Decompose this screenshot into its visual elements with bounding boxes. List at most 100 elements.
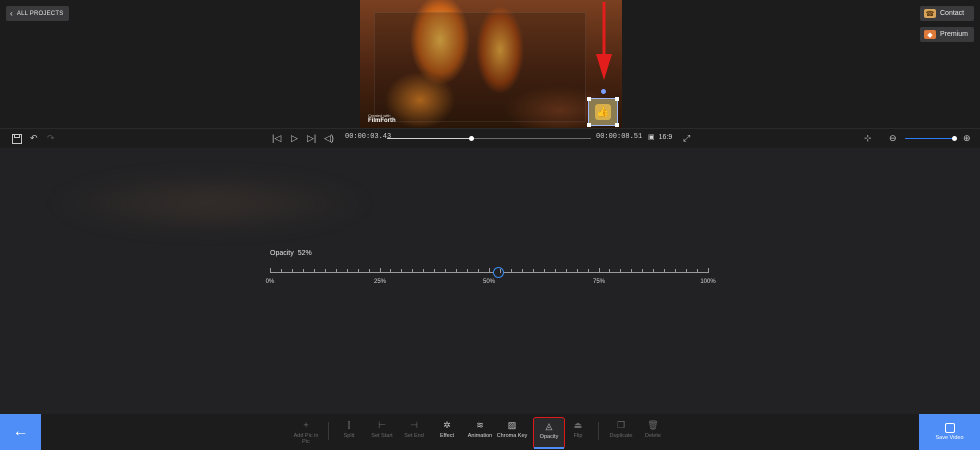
aspect-ratio-control[interactable]: ▣ 16:9 [648, 133, 672, 142]
redo-icon[interactable]: ↷ [47, 132, 55, 145]
opacity-tick [478, 269, 480, 273]
all-projects-label: ALL PROJECTS [16, 10, 64, 17]
opacity-heading: Opacity 52% [270, 250, 312, 257]
video-preview[interactable]: Created with FilmForth 👍 [360, 0, 622, 128]
opacity-value: 52% [297, 250, 312, 257]
opacity-tick [521, 269, 523, 273]
resize-handle[interactable] [615, 97, 619, 101]
opacity-slider[interactable] [270, 267, 709, 278]
red-arrow-annotation [596, 2, 612, 80]
pip-image-selection[interactable]: 👍 [587, 89, 619, 127]
contact-icon: ☎ [924, 9, 936, 18]
opacity-tick [543, 269, 545, 273]
contact-label: Contact [940, 10, 965, 17]
opacity-knob[interactable] [492, 267, 504, 278]
resize-handle[interactable] [587, 123, 591, 127]
split-icon: ⫿ [347, 419, 351, 430]
tool-label: Opacity [539, 434, 559, 440]
opacity-tick [609, 269, 611, 273]
opacity-icon: ◬ [545, 420, 553, 431]
opacity-tick [357, 269, 359, 273]
opacity-tick [302, 269, 304, 273]
opacity-tick [675, 269, 677, 273]
set-start-icon: ⊢ [378, 419, 386, 430]
set-end-icon: ⊣ [410, 419, 418, 430]
tool-label: Chroma Key [496, 433, 528, 439]
opacity-tick [620, 269, 622, 273]
opacity-panel: Opacity 52% 0% 25% 50% 75% 100% [266, 250, 716, 290]
opacity-mark-0: 0% [265, 279, 275, 285]
save-icon [944, 423, 955, 433]
total-time: 00:00:08.51 [596, 133, 643, 141]
opacity-tick [653, 269, 655, 273]
skip-forward-icon[interactable]: ▷| [307, 132, 316, 145]
contact-button[interactable]: ☎ Contact [920, 6, 974, 21]
opacity-tick [456, 269, 458, 273]
watermark-small-text: Created with [368, 113, 391, 118]
save-video-button[interactable]: Save Video [919, 414, 980, 450]
opacity-mark-100: 100% [700, 279, 716, 285]
opacity-tick [368, 269, 370, 273]
opacity-tick [510, 269, 512, 273]
tool-chroma-key[interactable]: ▨ Chroma Key [496, 419, 528, 440]
play-icon[interactable]: ▷ [291, 132, 298, 145]
tool-set-end[interactable]: ⊣ Set End [398, 419, 430, 440]
tool-set-start[interactable]: ⊢ Set Start [366, 419, 398, 440]
tool-label: Duplicate [609, 433, 633, 439]
resize-handle[interactable] [587, 97, 591, 101]
zoom-knob[interactable] [952, 136, 957, 141]
effect-icon: ✲ [443, 419, 451, 430]
divider [598, 422, 599, 440]
opacity-tick [280, 269, 282, 273]
tool-split[interactable]: ⫿ Split [333, 419, 365, 440]
active-tab-indicator [534, 447, 564, 449]
resize-handle[interactable] [615, 123, 619, 127]
volume-icon[interactable]: ◁) [324, 132, 334, 145]
diamond-icon: ◆ [924, 30, 936, 39]
timeline-scrubber[interactable] [387, 136, 591, 141]
opacity-tick [697, 269, 699, 273]
save-project-icon[interactable] [12, 132, 22, 145]
tool-duplicate[interactable]: ❐ Duplicate [605, 419, 637, 440]
blurred-timeline-background [20, 158, 400, 248]
undo-icon[interactable]: ↶ [30, 132, 38, 145]
skip-back-icon[interactable]: |◁ [272, 132, 281, 145]
opacity-tick [434, 269, 436, 273]
tool-label: Split [343, 433, 355, 439]
opacity-tick [313, 269, 315, 273]
tool-animation[interactable]: ≋ Animation [464, 419, 496, 440]
timeline-progress [387, 138, 471, 139]
playback-toolbar: ↶ ↷ |◁ ▷ ▷| ◁) 00:00:03.43 00:00:08.51 ▣… [0, 128, 980, 147]
opacity-tick [554, 269, 556, 273]
opacity-tick [642, 269, 644, 273]
zoom-in-icon[interactable]: ⊕ [963, 132, 971, 145]
opacity-tick [565, 269, 567, 273]
tool-delete[interactable]: 🗑 Delete [637, 419, 669, 440]
premium-button[interactable]: ◆ Premium [920, 27, 974, 42]
all-projects-button[interactable]: ‹ ALL PROJECTS [6, 6, 70, 21]
zoom-out-icon[interactable]: ⊖ [889, 132, 897, 145]
opacity-mark-75: 75% [592, 279, 606, 285]
opacity-tick [335, 269, 337, 273]
delete-icon: 🗑 [647, 419, 659, 430]
opacity-tick [445, 269, 447, 273]
tool-opacity[interactable]: ◬ Opacity [533, 417, 565, 449]
rotate-handle[interactable] [601, 89, 606, 94]
chroma-key-icon: ▨ [507, 419, 517, 430]
tool-effect[interactable]: ✲ Effect [431, 419, 463, 440]
opacity-tick [412, 269, 414, 273]
opacity-tick [379, 268, 381, 273]
timeline-knob[interactable] [468, 136, 474, 141]
fullscreen-icon[interactable]: ⤢ [683, 132, 690, 145]
tool-flip[interactable]: ⏏ Flip [562, 419, 594, 440]
tool-add-pic-in-pic[interactable]: + Add Pic in Pic [290, 419, 322, 445]
timeline-settings-icon[interactable]: ⊹ [864, 132, 872, 145]
opacity-tick [489, 268, 490, 273]
zoom-slider[interactable] [905, 138, 955, 139]
tool-label: Effect [440, 433, 454, 439]
chevron-left-icon: ‹ [10, 8, 13, 18]
opacity-tick [346, 269, 348, 273]
opacity-tick [324, 269, 326, 273]
back-button[interactable]: ← [0, 414, 41, 450]
current-time: 00:00:03.43 [345, 133, 392, 141]
